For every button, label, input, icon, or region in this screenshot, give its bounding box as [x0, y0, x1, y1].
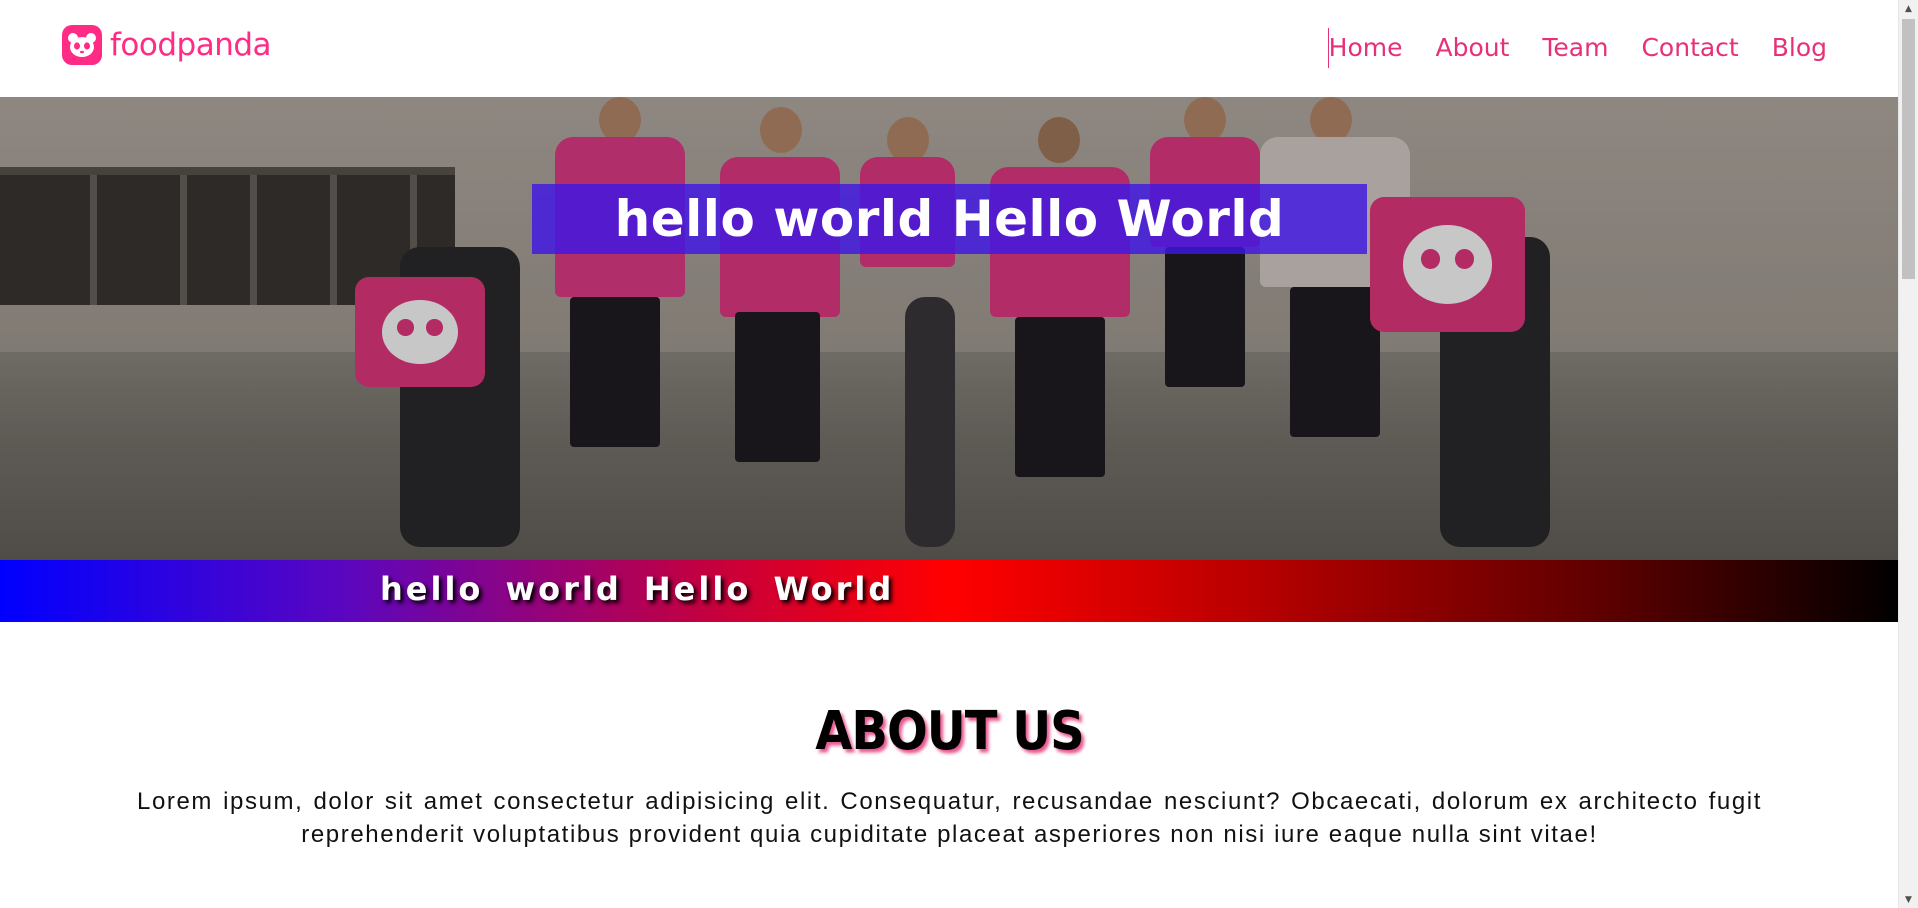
panda-logo-icon [62, 25, 102, 65]
nav-link-contact[interactable]: Contact [1641, 28, 1738, 68]
nav-link-team[interactable]: Team [1542, 28, 1608, 68]
brand-logo[interactable]: foodpanda [62, 25, 272, 65]
nav-link-about[interactable]: About [1435, 28, 1509, 68]
gradient-band: hello world Hello World [0, 560, 1899, 622]
main-nav: Home About Team Contact Blog [1327, 28, 1827, 68]
about-heading: ABOUT US [815, 699, 1085, 763]
chevron-up-icon[interactable]: ▲ [1899, 0, 1918, 17]
navbar: foodpanda Home About Team Contact Blog [0, 0, 1899, 97]
hero-banner: hello world Hello World [0, 97, 1899, 560]
nav-link-blog[interactable]: Blog [1772, 28, 1827, 68]
band-text: hello world Hello World [380, 570, 895, 608]
hero-title: hello world Hello World [614, 190, 1285, 248]
scrollbar-thumb[interactable] [1902, 19, 1915, 279]
chevron-down-icon[interactable]: ▼ [1899, 891, 1918, 908]
brand-name: foodpanda [110, 27, 272, 63]
page: foodpanda Home About Team Contact Blog h… [0, 0, 1918, 908]
hero-overlay [0, 97, 1899, 560]
page-content: foodpanda Home About Team Contact Blog h… [0, 0, 1899, 908]
vertical-scrollbar[interactable]: ▲ ▼ [1898, 0, 1918, 908]
hero-title-box: hello world Hello World [532, 184, 1367, 254]
about-text: Lorem ipsum, dolor sit amet consectetur … [137, 788, 1762, 848]
nav-link-home[interactable]: Home [1327, 28, 1402, 68]
